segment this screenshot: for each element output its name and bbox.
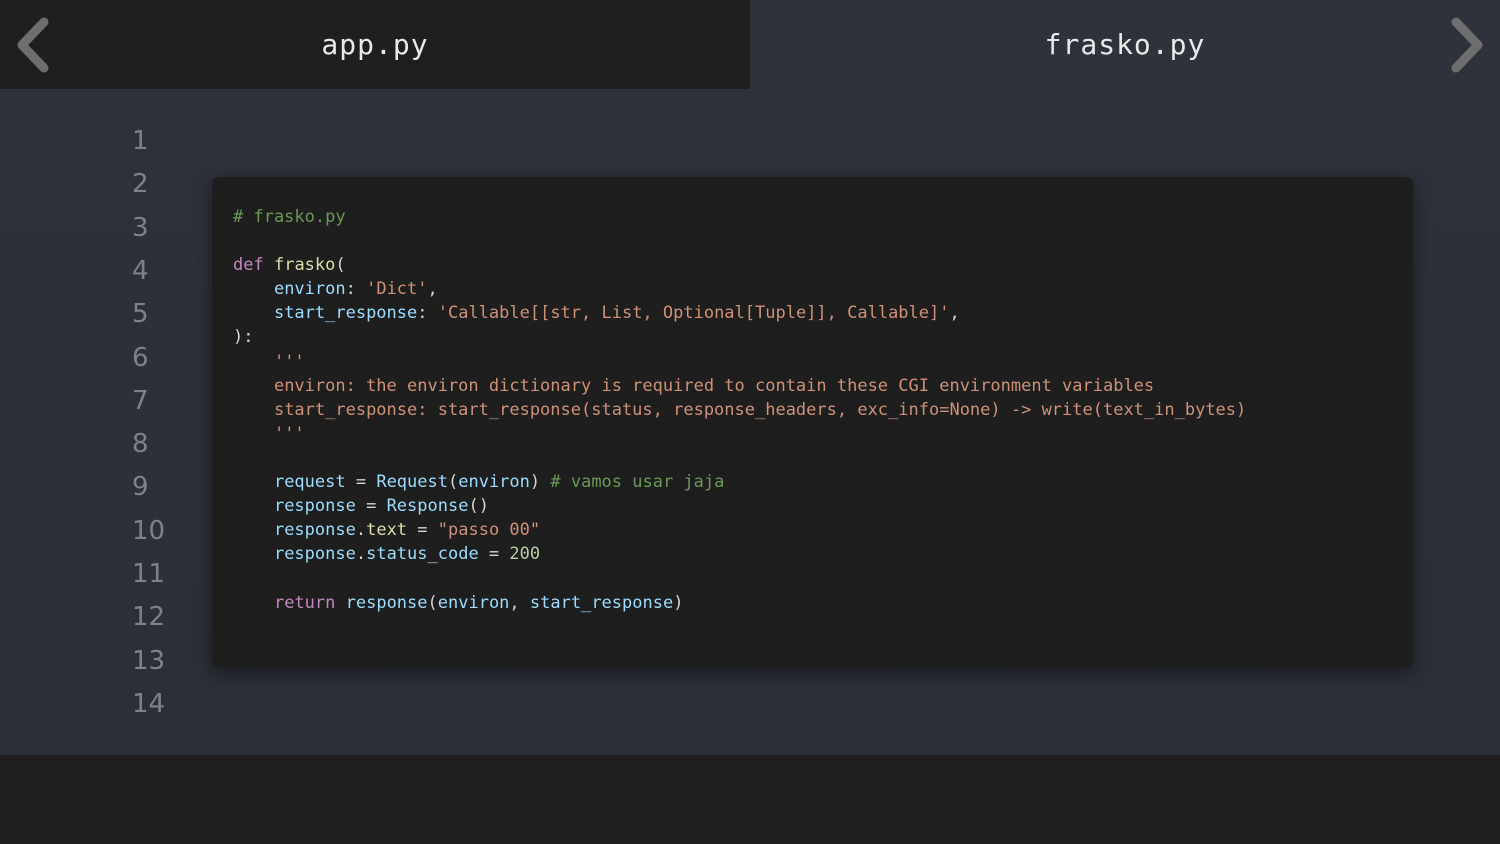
punctuation: = — [345, 472, 377, 493]
line-number: 1 — [132, 126, 149, 156]
type-annotation: 'Callable[[str, List, Optional[Tuple]], … — [437, 303, 950, 324]
code-line: def frasko( — [233, 253, 1246, 277]
line-number: 7 — [132, 385, 149, 416]
docstring: environ: the environ dictionary is requi… — [273, 375, 1155, 396]
variable: response — [273, 520, 356, 541]
code-line: return response(environ, start_response) — [233, 591, 1246, 615]
argument: environ — [437, 592, 510, 613]
parameter: start_response — [273, 303, 418, 324]
line-number: 5 — [132, 299, 149, 330]
line-number: 12 — [132, 602, 166, 633]
keyword: return — [273, 592, 336, 613]
code-line: response.status_code = 200 — [233, 542, 1246, 566]
code-line: request = Request(environ) # vamos usar … — [233, 470, 1246, 494]
code-line: response.text = "passo 00" — [233, 518, 1246, 542]
punctuation: = — [478, 544, 510, 565]
punctuation: ) — [673, 592, 684, 613]
punctuation: = — [407, 520, 438, 541]
code-line: start_response: 'Callable[[str, List, Op… — [233, 301, 1246, 325]
punctuation: ): — [233, 327, 254, 348]
punctuation: = — [355, 496, 387, 517]
tab-label: frasko.py — [1044, 28, 1206, 61]
line-number: 3 — [132, 212, 149, 243]
chevron-left-icon[interactable] — [12, 16, 52, 74]
punctuation: . — [355, 520, 367, 541]
string-literal: "passo 00" — [437, 520, 541, 541]
punctuation: ) — [529, 472, 551, 493]
bottom-bar — [0, 755, 1500, 844]
tab-bar: app.py frasko.py — [0, 0, 1500, 89]
line-number: 14 — [132, 688, 166, 719]
function-call: response — [345, 592, 428, 613]
attribute: status_code — [366, 544, 479, 565]
code-line: environ: the environ dictionary is requi… — [233, 374, 1246, 398]
type-annotation: 'Dict' — [366, 279, 428, 300]
line-number: 9 — [132, 472, 149, 503]
punctuation: ( — [335, 255, 346, 276]
line-number: 2 — [132, 169, 149, 200]
class-name: Response — [386, 496, 469, 517]
argument: start_response — [529, 592, 674, 613]
punctuation: , — [509, 592, 530, 613]
docstring: ''' — [273, 351, 305, 372]
tab-app-py[interactable]: app.py — [0, 0, 750, 89]
function-name: frasko — [273, 255, 336, 276]
code-comment: # vamos usar jaja — [550, 472, 725, 493]
code-line: environ: 'Dict', — [233, 277, 1246, 301]
code-line: ''' — [233, 350, 1246, 374]
line-number: 11 — [132, 559, 166, 589]
tab-label: app.py — [321, 28, 429, 61]
docstring: ''' — [273, 423, 305, 444]
variable: request — [273, 472, 346, 493]
number-literal: 200 — [509, 544, 541, 565]
punctuation: ( — [447, 472, 459, 493]
code-comment: # frasko.py — [233, 207, 346, 227]
punctuation: () — [468, 496, 489, 517]
parameter: environ — [273, 279, 346, 300]
argument: environ — [458, 472, 530, 493]
code-block: # frasko.py def frasko( environ: 'Dict', … — [212, 177, 1413, 667]
code-line: # frasko.py — [233, 205, 1246, 229]
line-number: 6 — [132, 342, 149, 373]
punctuation: , — [949, 303, 960, 324]
code-line: ''' — [233, 422, 1246, 446]
chevron-right-icon[interactable] — [1448, 16, 1488, 74]
line-number: 4 — [132, 255, 149, 286]
punctuation: ( — [427, 592, 438, 613]
punctuation: , — [427, 279, 438, 300]
attribute: text — [366, 520, 408, 541]
line-number: 10 — [132, 515, 166, 546]
tab-frasko-py[interactable]: frasko.py — [750, 0, 1500, 89]
code-line: start_response: start_response(status, r… — [233, 398, 1246, 422]
punctuation: : — [345, 279, 367, 300]
code-content: # frasko.py def frasko( environ: 'Dict', … — [233, 205, 1246, 615]
keyword: def — [233, 255, 264, 276]
punctuation: . — [355, 544, 367, 565]
editor-area: 1 2 3 4 5 6 7 8 9 10 11 12 13 14 # frask… — [0, 89, 1500, 755]
variable: response — [273, 496, 356, 517]
class-name: Request — [376, 472, 448, 493]
code-line: ): — [233, 325, 1246, 349]
line-number: 13 — [132, 645, 166, 676]
code-line: response = Response() — [233, 494, 1246, 518]
line-number: 8 — [132, 429, 149, 460]
docstring: start_response: start_response(status, r… — [273, 399, 1247, 420]
punctuation: : — [417, 303, 438, 324]
variable: response — [273, 544, 356, 565]
